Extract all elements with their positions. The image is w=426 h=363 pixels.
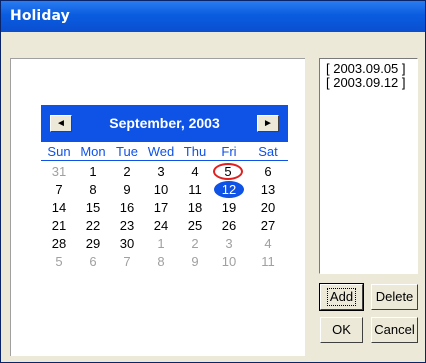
month-year-label[interactable]: September, 2003 bbox=[41, 115, 288, 131]
calendar-day[interactable]: 25 bbox=[180, 217, 210, 234]
calendar-day[interactable]: 23 bbox=[112, 217, 142, 234]
ok-button-label: OK bbox=[332, 322, 351, 337]
calendar-day[interactable]: 10 bbox=[214, 253, 244, 270]
weekday-label: Sun bbox=[47, 144, 71, 159]
calendar-day[interactable]: 29 bbox=[78, 235, 108, 252]
holiday-list-item[interactable]: [ 2003.09.12 ] bbox=[320, 76, 406, 90]
calendar-week-row: 31 1 2 3 4 5 6 bbox=[41, 163, 288, 180]
calendar-day[interactable]: 15 bbox=[78, 199, 108, 216]
calendar-day[interactable]: 7 bbox=[44, 181, 74, 198]
calendar-day[interactable]: 28 bbox=[44, 235, 74, 252]
holiday-dialog: Holiday ◄ September, 2003 ► Sun Mon Tue Wed… bbox=[0, 0, 426, 363]
calendar-day[interactable]: 9 bbox=[112, 181, 142, 198]
title-bar[interactable]: Holiday bbox=[1, 1, 425, 32]
calendar-day[interactable]: 1 bbox=[146, 235, 176, 252]
calendar-day-today[interactable]: 5 bbox=[213, 163, 243, 180]
calendar-day[interactable]: 24 bbox=[146, 217, 176, 234]
calendar-day[interactable]: 3 bbox=[214, 235, 244, 252]
calendar-day[interactable]: 26 bbox=[214, 217, 244, 234]
arrow-right-icon: ► bbox=[263, 118, 273, 129]
calendar-day[interactable]: 20 bbox=[253, 199, 283, 216]
cancel-button-label: Cancel bbox=[374, 322, 415, 337]
calendar-day[interactable]: 11 bbox=[253, 253, 283, 270]
calendar-day[interactable]: 10 bbox=[146, 181, 176, 198]
add-button[interactable]: Add bbox=[319, 283, 364, 311]
delete-button-label: Delete bbox=[375, 289, 414, 304]
calendar-day[interactable]: 4 bbox=[253, 235, 283, 252]
calendar-day[interactable]: 5 bbox=[44, 253, 74, 270]
calendar-day[interactable]: 16 bbox=[112, 199, 142, 216]
calendar-week-row: 7 8 9 10 11 12 13 bbox=[41, 181, 288, 198]
calendar-day[interactable]: 13 bbox=[253, 181, 283, 198]
calendar-day[interactable]: 4 bbox=[180, 163, 210, 180]
calendar-day[interactable]: 7 bbox=[112, 253, 142, 270]
calendar-day[interactable]: 30 bbox=[112, 235, 142, 252]
cancel-button[interactable]: Cancel bbox=[371, 317, 418, 343]
calendar-day[interactable]: 2 bbox=[180, 235, 210, 252]
calendar-day[interactable]: 9 bbox=[180, 253, 210, 270]
calendar-day[interactable]: 22 bbox=[78, 217, 108, 234]
window-title: Holiday bbox=[10, 8, 70, 24]
calendar-day[interactable]: 1 bbox=[78, 163, 108, 180]
calendar-week-row: 21 22 23 24 25 26 27 bbox=[41, 217, 288, 234]
calendar-header: ◄ September, 2003 ► bbox=[41, 105, 288, 142]
calendar-day[interactable]: 6 bbox=[253, 163, 283, 180]
calendar-day[interactable]: 27 bbox=[253, 217, 283, 234]
calendar-day[interactable]: 6 bbox=[78, 253, 108, 270]
weekday-label: Wed bbox=[147, 144, 175, 159]
calendar-week-row: 14 15 16 17 18 19 20 bbox=[41, 199, 288, 216]
calendar-day[interactable]: 14 bbox=[44, 199, 74, 216]
calendar-day[interactable]: 8 bbox=[78, 181, 108, 198]
calendar-day[interactable]: 2 bbox=[112, 163, 142, 180]
calendar-day[interactable]: 3 bbox=[146, 163, 176, 180]
add-button-label: Add bbox=[326, 288, 357, 306]
weekday-header: Sun Mon Tue Wed Thu Fri Sat bbox=[41, 143, 288, 161]
weekday-label: Mon bbox=[80, 144, 106, 159]
calendar-week-row: 5 6 7 8 9 10 11 bbox=[41, 253, 288, 270]
calendar-day[interactable]: 18 bbox=[180, 199, 210, 216]
holiday-list-item[interactable]: [ 2003.09.05 ] bbox=[320, 62, 406, 76]
calendar-day[interactable]: 8 bbox=[146, 253, 176, 270]
calendar-day[interactable]: 21 bbox=[44, 217, 74, 234]
calendar-day[interactable]: 17 bbox=[146, 199, 176, 216]
weekday-label: Fri bbox=[221, 144, 237, 159]
calendar-day-selected[interactable]: 12 bbox=[214, 181, 244, 198]
calendar-day[interactable]: 31 bbox=[44, 163, 74, 180]
calendar-day[interactable]: 19 bbox=[214, 199, 244, 216]
weekday-label: Tue bbox=[116, 144, 138, 159]
weekday-label: Thu bbox=[183, 144, 207, 159]
delete-button[interactable]: Delete bbox=[371, 284, 418, 310]
holiday-list[interactable]: [ 2003.09.05 ][ 2003.09.12 ] bbox=[319, 58, 418, 274]
next-month-button[interactable]: ► bbox=[257, 115, 279, 132]
calendar-day[interactable]: 11 bbox=[180, 181, 210, 198]
calendar-week-row: 28 29 30 1 2 3 4 bbox=[41, 235, 288, 252]
weekday-label: Sat bbox=[258, 144, 278, 159]
ok-button[interactable]: OK bbox=[320, 317, 363, 343]
